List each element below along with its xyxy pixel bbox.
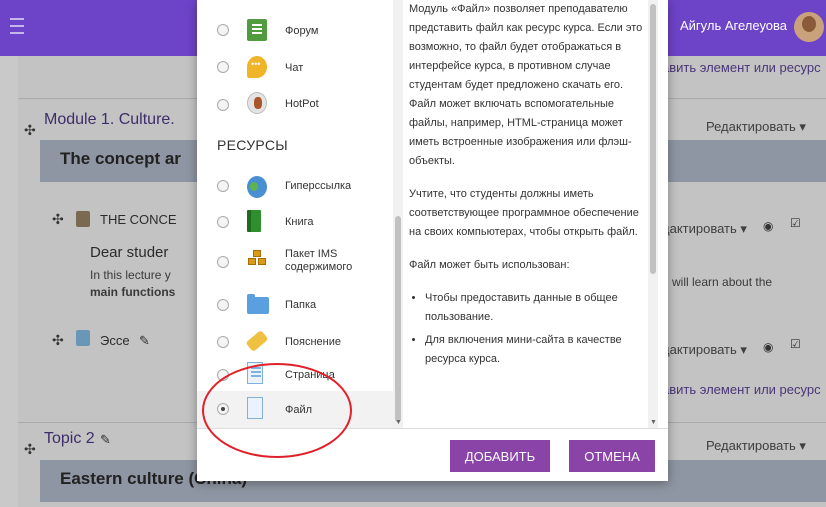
option-label: HotPot <box>285 98 319 110</box>
chat-icon <box>247 56 267 78</box>
scroll-down-arrow-icon[interactable]: ▼ <box>395 419 402 426</box>
list-item: Чтобы предоставить данные в общее пользо… <box>425 289 649 327</box>
description-paragraph: Модуль «Файл» позволяет преподавателю пр… <box>409 3 643 167</box>
move-icon[interactable]: ✣ <box>24 122 36 139</box>
option-label: Форум <box>285 25 319 37</box>
activity-title[interactable]: THE CONCE <box>100 212 177 227</box>
section-banner-text: The concept ar <box>60 149 181 168</box>
move-icon[interactable]: ✣ <box>24 441 36 458</box>
option-label: Страница <box>285 369 335 381</box>
radio-button-selected[interactable] <box>217 403 229 415</box>
option-label: Файл <box>285 404 313 416</box>
add-button[interactable]: ДОБАВИТЬ <box>450 440 550 472</box>
completion-checkbox-icon[interactable]: ☑ <box>790 337 801 351</box>
hamburger-menu-icon[interactable] <box>10 18 24 36</box>
option-label: Папка <box>285 299 317 311</box>
radio-button[interactable] <box>217 336 229 348</box>
option-hotpot[interactable]: HotPot <box>197 88 393 126</box>
edit-menu[interactable]: Редактировать ▾ <box>706 119 806 135</box>
visibility-icon[interactable]: ◉ <box>763 340 773 354</box>
activity-subtitle: Dear studer <box>90 244 169 261</box>
radio-button[interactable] <box>217 24 229 36</box>
ims-package-icon <box>247 250 267 272</box>
option-forum[interactable]: Форум <box>197 13 393 51</box>
option-folder[interactable]: Папка <box>197 288 393 326</box>
hotpot-icon <box>247 92 267 114</box>
module-description: Модуль «Файл» позволяет преподавателю пр… <box>409 0 649 428</box>
activity-chooser-dialog: Форум Чат HotPot РЕСУРСЫ Гиперссылка Кни… <box>197 0 668 481</box>
lesson-icon <box>76 211 90 227</box>
completion-checkbox-icon[interactable]: ☑ <box>790 216 801 230</box>
description-paragraph: Учтите, что студенты должны иметь соотве… <box>409 188 639 238</box>
list-item: Для включения мини-сайта в качестве ресу… <box>425 331 649 369</box>
radio-button[interactable] <box>217 299 229 311</box>
option-label: Пояснение <box>285 336 342 348</box>
forum-icon <box>247 19 267 41</box>
option-chat[interactable]: Чат <box>197 50 393 88</box>
label-icon <box>245 329 269 353</box>
radio-button[interactable] <box>217 99 229 111</box>
url-icon <box>247 176 267 198</box>
section-title[interactable]: Topic 2 <box>44 430 95 448</box>
chooser-list[interactable]: Форум Чат HotPot РЕСУРСЫ Гиперссылка Кни… <box>197 0 402 428</box>
radio-button[interactable] <box>217 216 229 228</box>
folder-icon <box>247 294 269 314</box>
add-activity-link[interactable]: авить элемент или ресурс <box>662 60 821 75</box>
visibility-icon[interactable]: ◉ <box>763 219 773 233</box>
cancel-button[interactable]: ОТМЕНА <box>569 440 655 472</box>
scroll-down-arrow-icon[interactable]: ▼ <box>650 419 657 426</box>
pencil-icon[interactable]: ✎ <box>100 432 111 448</box>
book-icon <box>247 210 261 232</box>
activity-description-bold: main functions <box>90 285 176 299</box>
edit-menu[interactable]: дактировать ▾ <box>662 221 747 237</box>
chooser-scrollbar-thumb[interactable] <box>395 216 401 422</box>
move-icon[interactable]: ✣ <box>52 332 64 349</box>
option-label: Чат <box>285 62 304 74</box>
option-book[interactable]: Книга <box>197 204 393 242</box>
resources-group-label: РЕСУРСЫ <box>217 137 288 153</box>
option-ims-package[interactable]: Пакет IMS содержимого <box>197 242 393 286</box>
activity-description: In this lecture y <box>90 268 171 282</box>
description-scrollbar-thumb[interactable] <box>650 4 656 274</box>
section-title[interactable]: Module 1. Culture. <box>44 111 175 129</box>
option-label: Гиперссылка <box>285 180 352 192</box>
radio-button[interactable] <box>217 256 229 268</box>
description-paragraph: Файл может быть использован: <box>409 259 570 271</box>
option-label: Пакет IMS содержимого <box>285 248 353 273</box>
activity-title[interactable]: Эссе <box>100 333 130 348</box>
avatar[interactable] <box>794 12 824 42</box>
edit-menu[interactable]: Редактировать ▾ <box>706 438 806 454</box>
radio-button[interactable] <box>217 61 229 73</box>
description-list: Чтобы предоставить данные в общее пользо… <box>425 289 649 369</box>
dialog-footer-divider <box>197 428 668 429</box>
edit-menu[interactable]: дактировать ▾ <box>662 342 747 358</box>
add-activity-link[interactable]: авить элемент или ресурс <box>662 382 821 397</box>
user-name[interactable]: Айгуль Агелеуова <box>680 18 787 33</box>
option-label: Книга <box>285 216 314 228</box>
radio-button[interactable] <box>217 180 229 192</box>
assignment-icon <box>76 330 90 346</box>
radio-button[interactable] <box>217 369 229 381</box>
pencil-icon[interactable]: ✎ <box>139 333 150 349</box>
move-icon[interactable]: ✣ <box>52 211 64 228</box>
option-url[interactable]: Гиперссылка <box>197 168 393 206</box>
activity-description-right: u will learn about the <box>662 275 773 289</box>
page-icon <box>247 362 263 384</box>
option-page[interactable]: Страница <box>197 356 393 394</box>
option-file[interactable]: Файл <box>197 391 393 428</box>
file-icon <box>247 397 263 419</box>
